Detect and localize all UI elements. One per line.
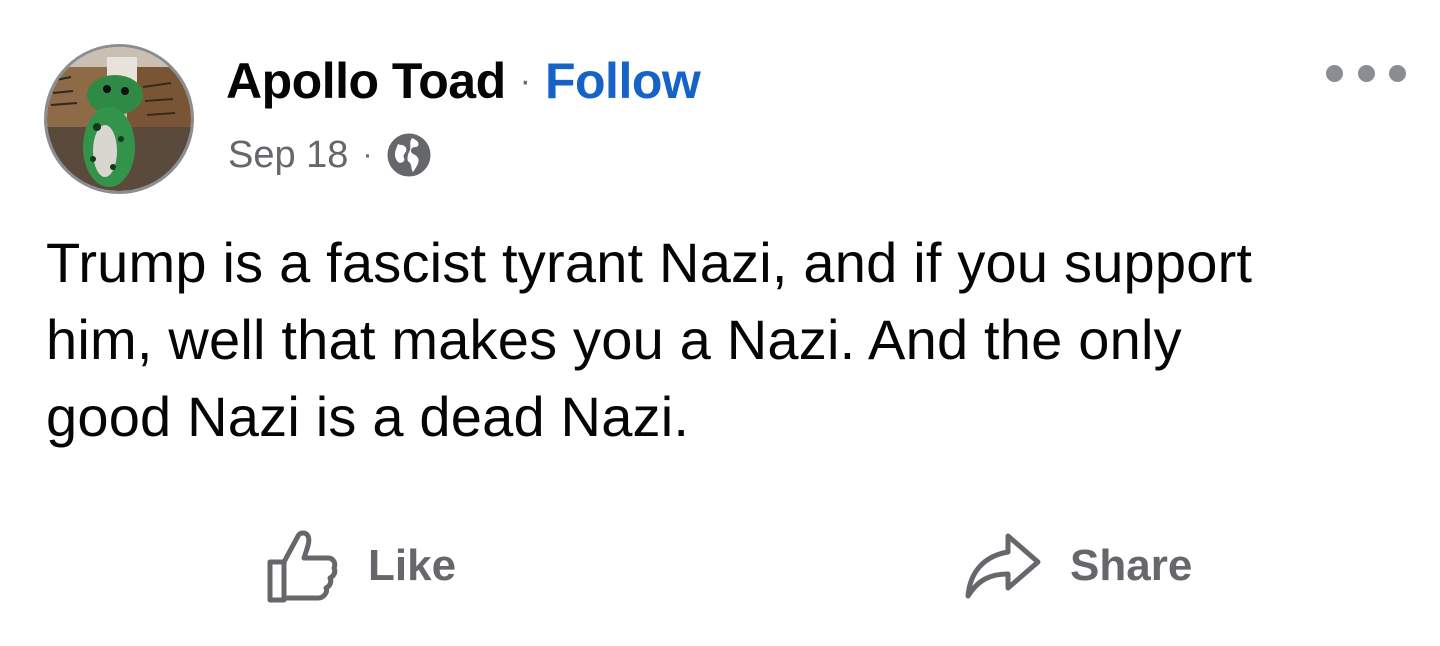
- share-button[interactable]: Share: [964, 526, 1192, 606]
- post-body-line: good Nazi is a dead Nazi.: [46, 385, 690, 448]
- post-body-line: Trump is a fascist tyrant Nazi, and if y…: [46, 231, 1253, 294]
- more-dot: [1389, 64, 1406, 82]
- like-label: Like: [368, 541, 457, 590]
- post-body-line: him, well that makes you a Nazi. And the…: [46, 308, 1182, 371]
- post-body: Trump is a fascist tyrant Nazi, and if y…: [46, 224, 1396, 455]
- thumbs-up-icon: [264, 528, 340, 604]
- follow-button[interactable]: Follow: [545, 52, 701, 110]
- more-options-icon[interactable]: [1326, 58, 1406, 88]
- avatar-image: [47, 47, 191, 191]
- post-meta: Sep 18 ·: [228, 130, 432, 180]
- more-dot: [1326, 64, 1343, 82]
- post-date[interactable]: Sep 18: [228, 134, 348, 177]
- meta-separator: ·: [362, 138, 373, 171]
- author-name[interactable]: Apollo Toad: [226, 52, 506, 110]
- more-dot: [1357, 64, 1375, 82]
- name-separator: ·: [519, 61, 531, 100]
- globe-icon: [386, 132, 432, 178]
- author-avatar[interactable]: [44, 44, 194, 194]
- share-arrow-icon: [964, 528, 1042, 604]
- share-label: Share: [1070, 541, 1193, 590]
- post-card: Apollo Toad · Follow Sep 18 · Trump is a…: [0, 0, 1440, 646]
- like-button[interactable]: Like: [264, 526, 456, 606]
- author-line: Apollo Toad · Follow: [226, 48, 701, 114]
